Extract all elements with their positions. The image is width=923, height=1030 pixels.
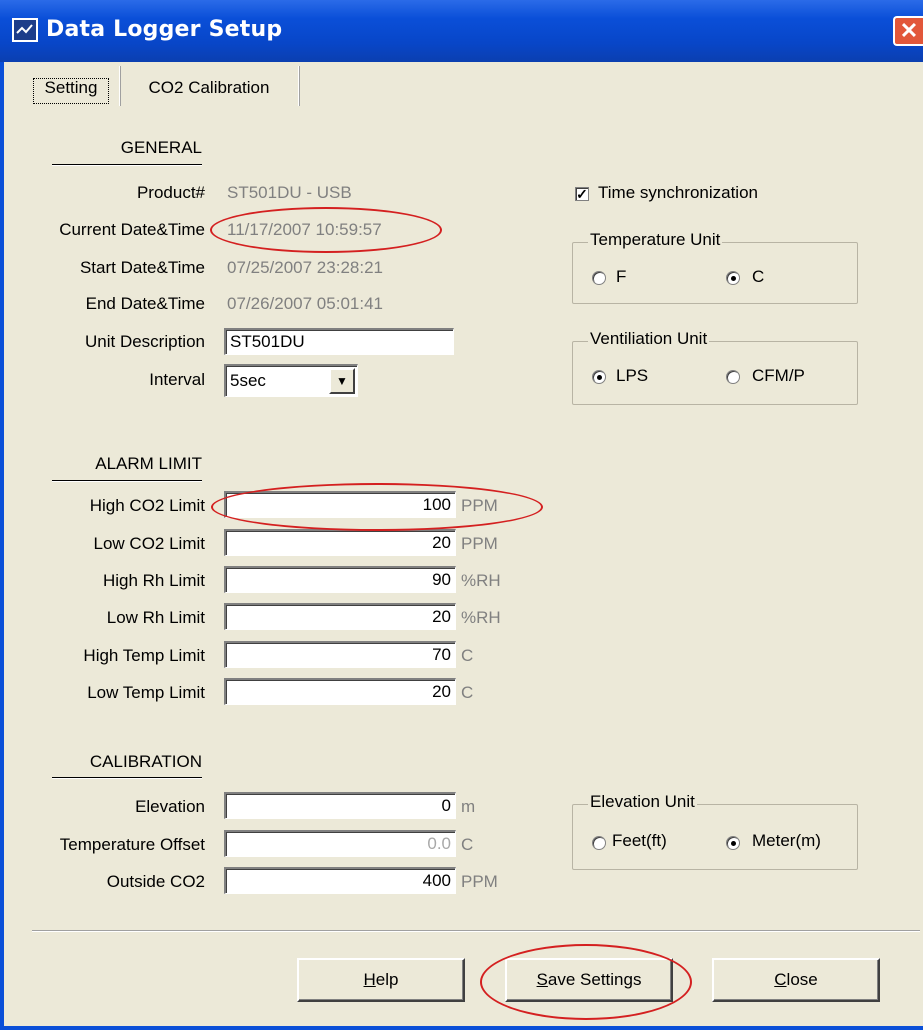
annotation-ellipse-high-co2 [211, 483, 543, 531]
low-rh-limit-input[interactable]: 20 [224, 603, 456, 630]
temperature-offset-input[interactable]: 0.0 [224, 830, 456, 857]
elev-unit-feet-radio[interactable] [592, 836, 606, 850]
elevation-unit-title: Elevation Unit [588, 792, 697, 812]
unit-description-label: Unit Description [85, 332, 205, 351]
outside-co2-input[interactable]: 400 [224, 867, 456, 894]
low-temp-limit-unit: C [461, 683, 474, 702]
high-temp-limit-input[interactable]: 70 [224, 641, 456, 668]
alarm-limit-header: ALARM LIMIT [95, 454, 202, 473]
product-label: Product# [136, 183, 205, 202]
low-co2-limit-label: Low CO2 Limit [93, 534, 205, 553]
window-frame-bottom [0, 1026, 923, 1030]
elevation-unit: m [461, 797, 476, 816]
high-rh-limit-label: High Rh Limit [102, 571, 205, 590]
annotation-ellipse-save-button [480, 944, 692, 1020]
annotation-ellipse-current-datetime [210, 207, 442, 253]
tab-separator [298, 66, 300, 106]
high-rh-limit-unit: %RH [461, 571, 501, 590]
low-rh-limit-unit: %RH [461, 608, 501, 627]
temperature-unit-title: Temperature Unit [588, 230, 723, 250]
elevation-input[interactable]: 0 [224, 792, 456, 819]
temperature-offset-label: Temperature Offset [59, 835, 205, 854]
chevron-down-icon[interactable]: ▼ [329, 368, 355, 394]
temperature-offset-unit: C [461, 835, 474, 854]
end-datetime-label: End Date&Time [85, 294, 205, 313]
elev-unit-feet-label: Feet(ft) [612, 831, 667, 850]
vent-unit-cfmp-label: CFM/P [752, 366, 805, 385]
vent-unit-lps-radio[interactable] [592, 370, 606, 384]
high-co2-limit-label: High CO2 Limit [89, 496, 205, 515]
low-temp-limit-label: Low Temp Limit [87, 683, 205, 702]
time-sync-checkbox[interactable]: ✓ [575, 187, 589, 201]
product-value: ST501DU - USB [227, 183, 352, 202]
end-datetime-value: 07/26/2007 05:01:41 [227, 294, 383, 313]
vent-unit-cfmp-radio[interactable] [726, 370, 740, 384]
general-header: GENERAL [120, 138, 202, 157]
elev-unit-meter-label: Meter(m) [752, 831, 821, 850]
interval-label: Interval [149, 370, 205, 389]
ventilation-unit-title: Ventiliation Unit [588, 329, 710, 349]
high-rh-limit-input[interactable]: 90 [224, 566, 456, 593]
unit-description-input[interactable]: ST501DU [224, 328, 454, 355]
temp-unit-f-radio[interactable] [592, 271, 606, 285]
ventilation-unit-group [572, 341, 858, 405]
low-rh-limit-label: Low Rh Limit [106, 608, 205, 627]
footer-separator [32, 930, 920, 932]
low-co2-limit-unit: PPM [461, 534, 498, 553]
outside-co2-label: Outside CO2 [106, 872, 205, 891]
start-datetime-value: 07/25/2007 23:28:21 [227, 258, 383, 277]
chart-icon [16, 24, 33, 34]
close-window-button[interactable]: ✕ [893, 16, 923, 46]
high-temp-limit-unit: C [461, 646, 474, 665]
elevation-label: Elevation [135, 797, 205, 816]
start-datetime-label: Start Date&Time [79, 258, 205, 277]
help-button[interactable]: Help [297, 958, 465, 1002]
temp-unit-c-label: C [752, 267, 765, 286]
window-title: Data Logger Setup [46, 17, 283, 42]
low-temp-limit-input[interactable]: 20 [224, 678, 456, 705]
tab-co2-calibration[interactable]: CO2 Calibration [126, 70, 292, 106]
calibration-header: CALIBRATION [89, 752, 202, 771]
alarm-header-line [52, 480, 202, 482]
outside-co2-unit: PPM [461, 872, 498, 891]
tab-separator [119, 66, 121, 106]
low-co2-limit-input[interactable]: 20 [224, 529, 456, 556]
temperature-unit-group [572, 242, 858, 304]
current-datetime-label: Current Date&Time [59, 220, 205, 239]
elev-unit-meter-radio[interactable] [726, 836, 740, 850]
time-sync-label: Time synchronization [598, 183, 758, 202]
high-temp-limit-label: High Temp Limit [83, 646, 205, 665]
general-header-line [52, 164, 202, 166]
tab-focus-rect [33, 78, 109, 104]
temp-unit-f-label: F [616, 267, 627, 286]
vent-unit-lps-label: LPS [616, 366, 649, 385]
close-button[interactable]: Close [712, 958, 880, 1002]
interval-select-value: 5sec [230, 371, 266, 390]
app-icon [12, 18, 38, 42]
calibration-header-line [52, 777, 202, 779]
temp-unit-c-radio[interactable] [726, 271, 740, 285]
